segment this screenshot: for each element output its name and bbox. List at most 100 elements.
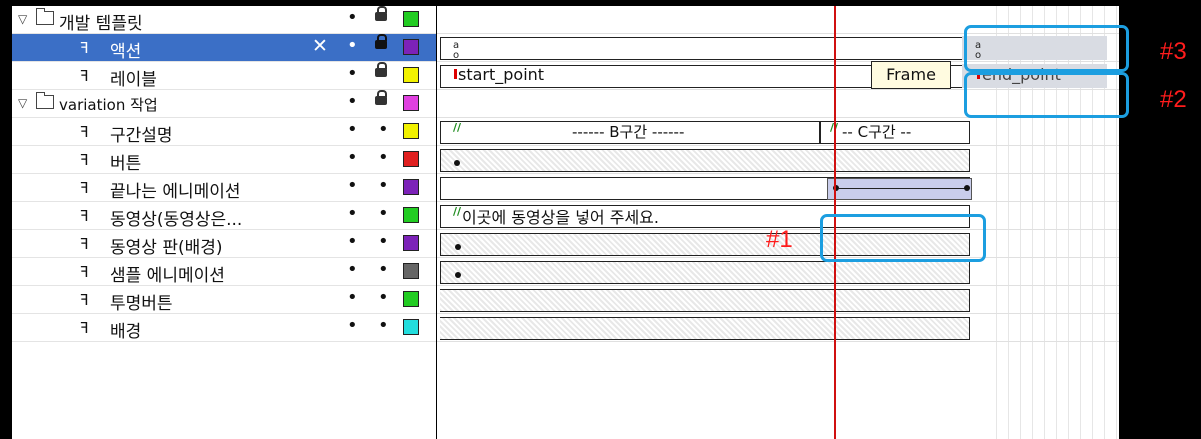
lock-icon[interactable] [375, 62, 387, 77]
frame-span[interactable] [440, 261, 970, 284]
layer-row-action[interactable]: ꟻ 액션 ✕ • [12, 34, 436, 62]
visibility-dot[interactable]: • [347, 147, 358, 168]
timeline-row[interactable] [437, 314, 1119, 342]
layer-icon: ꟻ [80, 235, 89, 253]
keyframe-span[interactable] [440, 37, 970, 60]
layer-row-button[interactable]: ꟻ 버튼 • • [12, 146, 436, 174]
callout-box-1 [820, 214, 986, 262]
layer-row-section-desc[interactable]: ꟻ 구간설명 • • [12, 118, 436, 146]
layer-name: 동영상(동영상은... [110, 210, 243, 230]
visibility-dot[interactable]: • [347, 63, 358, 84]
layer-row-variation-folder[interactable]: ▽ variation 작업 • [12, 90, 436, 118]
layer-icon: ꟻ [80, 151, 89, 169]
flash-timeline-screenshot: ▽ 개발 템플릿 • ꟻ 액션 ✕ • ꟻ 레이블 • ▽ variation … [0, 0, 1201, 439]
timeline-row[interactable] [437, 258, 1119, 286]
lock-dot[interactable]: • [378, 119, 389, 140]
layer-row-video[interactable]: ꟻ 동영상(동영상은... • • [12, 202, 436, 230]
timeline-row[interactable] [437, 146, 1119, 174]
lock-dot[interactable]: • [378, 287, 389, 308]
frame-span[interactable] [440, 149, 970, 172]
layer-name: 레이블 [110, 70, 157, 90]
layer-name: 구간설명 [110, 126, 173, 146]
layer-icon: ꟻ [80, 207, 89, 225]
lock-icon[interactable] [375, 6, 387, 21]
lock-dot[interactable]: • [378, 315, 389, 336]
layer-color-swatch[interactable] [403, 319, 419, 335]
motion-tween[interactable] [827, 178, 972, 200]
expand-triangle-icon[interactable]: ▽ [18, 96, 27, 110]
visibility-dot[interactable]: • [347, 203, 358, 224]
action-marker-icon: // [453, 205, 462, 218]
keyframe-dot [454, 160, 460, 166]
frame-tooltip: Frame [871, 61, 951, 89]
lock-dot[interactable]: • [378, 259, 389, 280]
video-placeholder-text: 이곳에 동영상을 넣어 주세요. [462, 208, 659, 227]
frame-label-start: start_point [458, 65, 545, 84]
timeline-row[interactable] [437, 286, 1119, 314]
visibility-dot[interactable]: • [347, 231, 358, 252]
lock-icon[interactable] [375, 90, 387, 105]
keyframe-marker: ao [453, 40, 460, 61]
layer-color-swatch[interactable] [403, 95, 419, 111]
layer-row-dev-template-folder[interactable]: ▽ 개발 템플릿 • [12, 6, 436, 34]
layer-row-background[interactable]: ꟻ 배경 • • [12, 314, 436, 342]
layer-color-swatch[interactable] [403, 123, 419, 139]
tween-arrow [839, 188, 965, 189]
layer-name: variation 작업 [59, 96, 158, 114]
layer-color-swatch[interactable] [403, 235, 419, 251]
pencil-crossed-icon: ✕ [312, 35, 328, 57]
lock-icon[interactable] [375, 34, 387, 49]
layer-name: 샘플 에니메이션 [110, 266, 225, 286]
layer-name: 액션 [110, 42, 142, 62]
keyframe-dot [455, 272, 461, 278]
layer-color-swatch[interactable] [403, 263, 419, 279]
annotation-tag-1: #1 [766, 226, 793, 253]
visibility-dot[interactable]: • [347, 119, 358, 140]
visibility-dot[interactable]: • [347, 287, 358, 308]
layer-row-sample-animation[interactable]: ꟻ 샘플 에니메이션 • • [12, 258, 436, 286]
layer-icon: ꟻ [80, 263, 89, 281]
layer-icon: ꟻ [80, 291, 89, 309]
layer-color-swatch[interactable] [403, 179, 419, 195]
layer-row-transparent-button[interactable]: ꟻ 투명버튼 • • [12, 286, 436, 314]
layer-name: 버튼 [110, 154, 142, 174]
lock-dot[interactable]: • [378, 203, 389, 224]
visibility-dot[interactable]: • [347, 35, 358, 56]
layer-icon: ꟻ [80, 67, 89, 85]
section-b-label: ------ B구간 ------ [572, 123, 685, 141]
layer-list: ▽ 개발 템플릿 • ꟻ 액션 ✕ • ꟻ 레이블 • ▽ variation … [12, 6, 436, 439]
layer-color-swatch[interactable] [403, 291, 419, 307]
layer-icon: ꟻ [80, 179, 89, 197]
layer-row-ending-animation[interactable]: ꟻ 끝나는 에니메이션 • • [12, 174, 436, 202]
layer-color-swatch[interactable] [403, 67, 419, 83]
layer-color-swatch[interactable] [403, 11, 419, 27]
callout-box-3 [964, 25, 1129, 72]
folder-icon [36, 8, 54, 25]
timeline-row[interactable] [437, 174, 1119, 202]
layer-name: 끝나는 에니메이션 [110, 182, 241, 202]
layer-color-swatch[interactable] [403, 207, 419, 223]
expand-triangle-icon[interactable]: ▽ [18, 12, 27, 26]
timeline-row[interactable]: // ------ B구간 ------ // -- C구간 -- [437, 118, 1119, 146]
frame-span[interactable] [440, 289, 970, 312]
visibility-dot[interactable]: • [347, 175, 358, 196]
lock-dot[interactable]: • [378, 147, 389, 168]
layer-row-video-board[interactable]: ꟻ 동영상 판(배경) • • [12, 230, 436, 258]
layer-color-swatch[interactable] [403, 151, 419, 167]
layer-color-swatch[interactable] [403, 39, 419, 55]
layer-name: 개발 템플릿 [59, 14, 143, 34]
keyframe-dot [964, 185, 970, 191]
layer-row-label[interactable]: ꟻ 레이블 • [12, 62, 436, 90]
frame-span[interactable] [440, 317, 970, 340]
layer-name: 동영상 판(배경) [110, 238, 223, 258]
visibility-dot[interactable]: • [347, 315, 358, 336]
visibility-dot[interactable]: • [347, 91, 358, 112]
keyframe-dot [455, 244, 461, 250]
visibility-dot[interactable]: • [347, 259, 358, 280]
lock-dot[interactable]: • [378, 231, 389, 252]
visibility-dot[interactable]: • [347, 7, 358, 28]
layer-name: 배경 [110, 322, 142, 342]
callout-box-2 [964, 72, 1129, 118]
section-c-label: -- C구간 -- [842, 123, 912, 141]
lock-dot[interactable]: • [378, 175, 389, 196]
